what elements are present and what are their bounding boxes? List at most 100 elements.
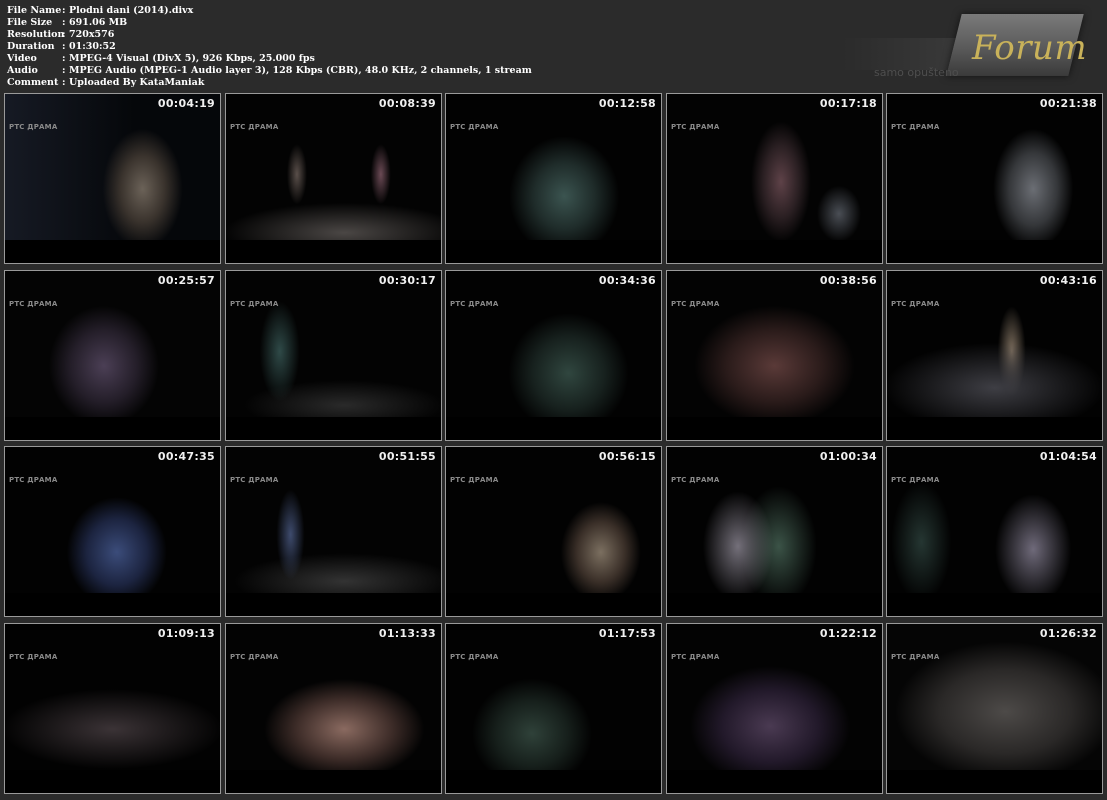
video-thumbnail[interactable]: РТС ДРАМА 00:30:17 [225, 270, 442, 441]
info-separator: : [62, 17, 66, 28]
video-thumbnail[interactable]: РТС ДРАМА 00:47:35 [4, 446, 221, 617]
thumbnail-frame [446, 447, 661, 593]
channel-logo: РТС ДРАМА [891, 300, 940, 308]
thumbnail-timestamp: 00:38:56 [819, 274, 877, 287]
video-thumbnail[interactable]: РТС ДРАМА 00:43:16 [886, 270, 1103, 441]
thumbnail-timestamp: 01:22:12 [819, 627, 877, 640]
thumbnail-frame [226, 447, 441, 593]
video-thumbnail[interactable]: РТС ДРАМА 00:25:57 [4, 270, 221, 441]
info-separator: : [62, 53, 66, 64]
channel-logo: РТС ДРАМА [450, 653, 499, 661]
thumbnail-timestamp: 01:17:53 [598, 627, 656, 640]
thumbnail-frame [226, 624, 441, 770]
thumbnail-frame [667, 94, 882, 240]
info-key: Comment [7, 77, 59, 88]
channel-logo: РТС ДРАМА [671, 123, 720, 131]
channel-logo: РТС ДРАМА [450, 300, 499, 308]
info-separator: : [62, 65, 66, 76]
channel-logo: РТС ДРАМА [230, 300, 279, 308]
info-row: File Size : 691.06 MB [7, 17, 532, 29]
thumbnail-timestamp: 00:08:39 [378, 97, 436, 110]
thumbnail-timestamp: 00:25:57 [157, 274, 215, 287]
info-value: 01:30:52 [69, 41, 116, 52]
info-value: 720x576 [69, 29, 115, 40]
channel-logo: РТС ДРАМА [9, 300, 58, 308]
thumbnail-timestamp: 00:51:55 [378, 450, 436, 463]
channel-logo: РТС ДРАМА [671, 300, 720, 308]
info-key: Video [7, 53, 37, 64]
thumbnail-timestamp: 00:47:35 [157, 450, 215, 463]
video-thumbnail[interactable]: РТС ДРАМА 00:08:39 [225, 93, 442, 264]
video-thumbnail[interactable]: РТС ДРАМА 00:38:56 [666, 270, 883, 441]
channel-logo: РТС ДРАМА [671, 653, 720, 661]
video-thumbnail[interactable]: РТС ДРАМА 00:51:55 [225, 446, 442, 617]
channel-logo: РТС ДРАМА [230, 476, 279, 484]
thumbnail-frame [887, 271, 1102, 417]
info-row: Comment : Uploaded By KataManiak [7, 77, 532, 89]
header: File Name : Plodni dani (2014).divx File… [0, 0, 1107, 92]
thumbnail-timestamp: 00:30:17 [378, 274, 436, 287]
video-thumbnail[interactable]: РТС ДРАМА 01:00:34 [666, 446, 883, 617]
video-thumbnail[interactable]: РТС ДРАМА 00:34:36 [445, 270, 662, 441]
info-key: File Size [7, 17, 53, 28]
video-thumbnail[interactable]: РТС ДРАМА 01:13:33 [225, 623, 442, 794]
video-thumbnail[interactable]: РТС ДРАМА 00:21:38 [886, 93, 1103, 264]
video-thumbnail[interactable]: РТС ДРАМА 01:09:13 [4, 623, 221, 794]
info-row: File Name : Plodni dani (2014).divx [7, 5, 532, 17]
channel-logo: РТС ДРАМА [891, 123, 940, 131]
video-thumbnail[interactable]: РТС ДРАМА 01:22:12 [666, 623, 883, 794]
thumbnail-timestamp: 01:13:33 [378, 627, 436, 640]
channel-logo: РТС ДРАМА [9, 476, 58, 484]
thumbnail-timestamp: 00:21:38 [1039, 97, 1097, 110]
thumbnail-frame [5, 447, 220, 593]
info-value: Plodni dani (2014).divx [69, 5, 194, 16]
thumbnail-frame [226, 271, 441, 417]
video-thumbnail[interactable]: РТС ДРАМА 00:56:15 [445, 446, 662, 617]
info-value: Uploaded By KataManiak [69, 77, 205, 88]
info-value: 691.06 MB [69, 17, 128, 28]
info-key: Duration [7, 41, 55, 52]
thumbnail-timestamp: 01:26:32 [1039, 627, 1097, 640]
thumbnail-frame [446, 271, 661, 417]
info-separator: : [62, 41, 66, 52]
info-key: Audio [7, 65, 38, 76]
channel-logo: РТС ДРАМА [9, 653, 58, 661]
thumbnail-frame [226, 94, 441, 240]
logo-title: Forum [972, 28, 1088, 68]
thumbnail-timestamp: 01:00:34 [819, 450, 877, 463]
video-thumbnail[interactable]: РТС ДРАМА 00:17:18 [666, 93, 883, 264]
info-separator: : [62, 29, 66, 40]
video-thumbnail[interactable]: РТС ДРАМА 01:26:32 [886, 623, 1103, 794]
info-key: Resolution [7, 29, 65, 40]
channel-logo: РТС ДРАМА [450, 123, 499, 131]
thumbnail-timestamp: 00:34:36 [598, 274, 656, 287]
thumbnail-grid: РТС ДРАМА 00:04:19 РТС ДРАМА 00:08:39 РТС ДР… [4, 93, 1104, 798]
thumbnail-frame [446, 624, 661, 770]
thumbnail-frame [667, 271, 882, 417]
info-row: Resolution : 720x576 [7, 29, 532, 41]
thumbnail-frame [887, 624, 1102, 770]
channel-logo: РТС ДРАМА [891, 476, 940, 484]
info-row: Duration : 01:30:52 [7, 41, 532, 53]
thumbnail-timestamp: 00:43:16 [1039, 274, 1097, 287]
thumbnail-frame [667, 624, 882, 770]
video-thumbnail[interactable]: РТС ДРАМА 01:17:53 [445, 623, 662, 794]
video-thumbnail[interactable]: РТС ДРАМА 01:04:54 [886, 446, 1103, 617]
channel-logo: РТС ДРАМА [230, 123, 279, 131]
info-value: MPEG-4 Visual (DivX 5), 926 Kbps, 25.000… [69, 53, 315, 64]
info-separator: : [62, 5, 66, 16]
video-thumbnail[interactable]: РТС ДРАМА 00:12:58 [445, 93, 662, 264]
channel-logo: РТС ДРАМА [9, 123, 58, 131]
thumbnail-frame [5, 271, 220, 417]
thumbnail-frame [887, 447, 1102, 593]
thumbnail-frame [887, 94, 1102, 240]
channel-logo: РТС ДРАМА [891, 653, 940, 661]
thumbnail-timestamp: 01:09:13 [157, 627, 215, 640]
thumbnail-frame [5, 94, 220, 240]
info-key: File Name [7, 5, 62, 16]
video-thumbnail[interactable]: РТС ДРАМА 00:04:19 [4, 93, 221, 264]
thumbnail-frame [667, 447, 882, 593]
thumbnail-timestamp: 00:12:58 [598, 97, 656, 110]
info-row: Video : MPEG-4 Visual (DivX 5), 926 Kbps… [7, 53, 532, 65]
thumbnail-timestamp: 00:56:15 [598, 450, 656, 463]
